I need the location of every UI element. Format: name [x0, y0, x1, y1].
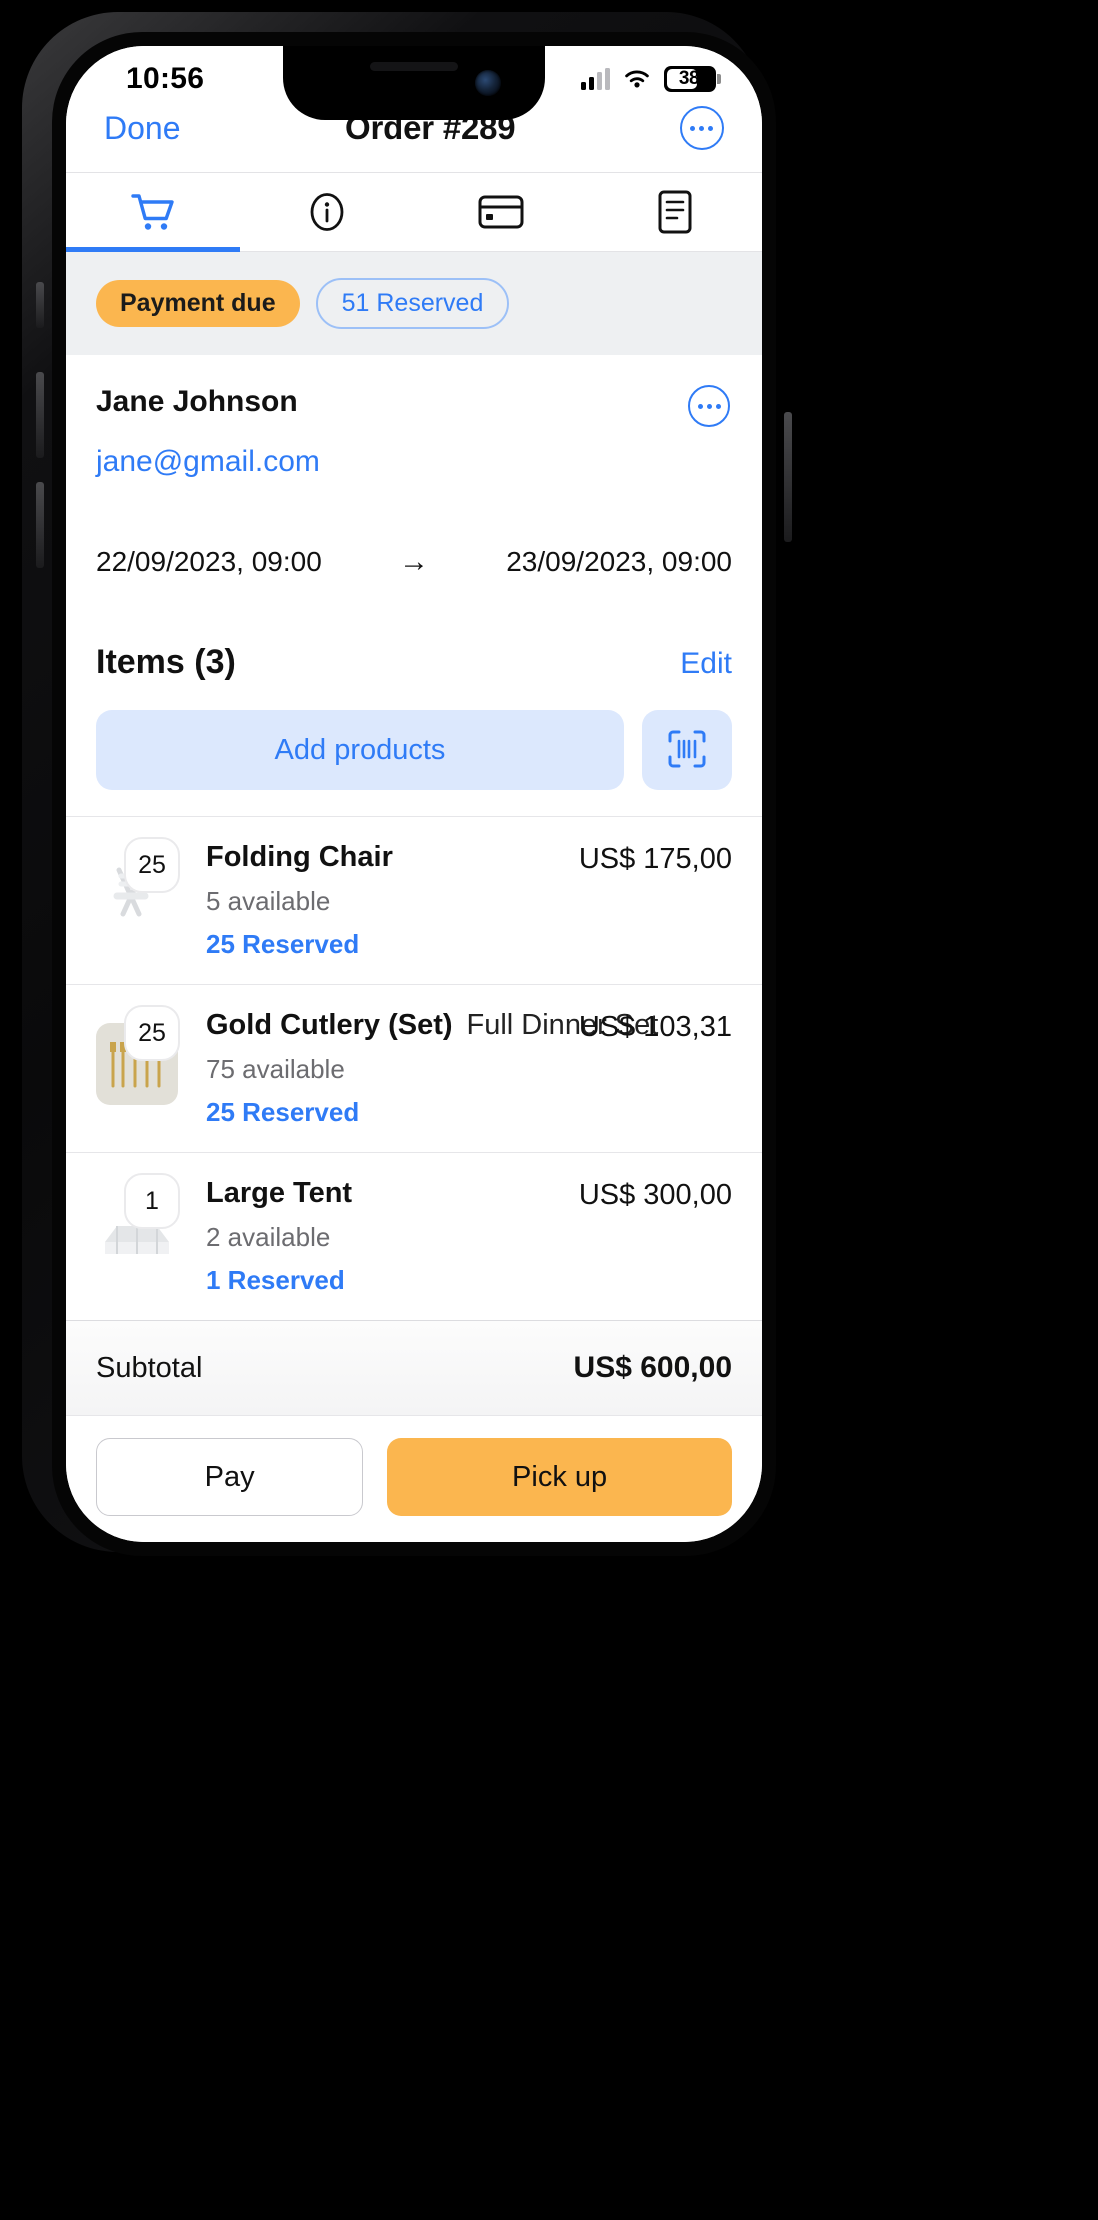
customer-section[interactable]: Jane Johnson jane@gmail.com: [66, 355, 762, 511]
items-section: Items (3) Edit Add products 25 Folding C…: [66, 613, 762, 1320]
item-quantity-badge: 1: [124, 1173, 180, 1229]
front-camera-icon: [475, 70, 501, 96]
item-thumbnail-wrap: 1: [96, 1173, 192, 1273]
tab-document[interactable]: [588, 173, 762, 251]
tab-info[interactable]: [240, 173, 414, 251]
info-circle-icon: [306, 191, 348, 233]
ellipsis-circle-icon[interactable]: [679, 106, 724, 150]
barcode-scan-button[interactable]: [642, 710, 732, 790]
wifi-icon: [622, 68, 652, 90]
item-reserved: 25 Reserved: [206, 1097, 360, 1127]
barcode-scan-icon: [667, 729, 707, 772]
status-badges-row: Payment due 51 Reserved: [66, 252, 762, 355]
item-row[interactable]: 1 Large Tent 2 available 1 Reserved US$ …: [66, 1152, 762, 1320]
silent-switch[interactable]: [36, 282, 44, 328]
status-badge-reserved[interactable]: 51 Reserved: [315, 278, 510, 329]
done-button[interactable]: Done: [104, 110, 181, 147]
item-row[interactable]: 25 Folding Chair 5 available 25 Reserved…: [66, 816, 762, 984]
shopping-cart-icon: [130, 191, 176, 233]
customer-name: Jane Johnson: [96, 385, 298, 418]
earpiece-speaker: [370, 62, 458, 71]
action-buttons-row: Pay Pick up: [66, 1415, 762, 1542]
battery-icon: 38: [664, 66, 721, 92]
item-row[interactable]: 25 Gold Cutlery (Set) Full Dinner Set 75…: [66, 984, 762, 1152]
battery-percent: 38: [678, 68, 700, 89]
power-button[interactable]: [784, 412, 792, 542]
item-reserved: 1 Reserved: [206, 1265, 345, 1295]
volume-up-button[interactable]: [36, 372, 44, 458]
item-availability: 5 available: [206, 886, 331, 916]
document-icon: [656, 190, 694, 234]
volume-down-button[interactable]: [36, 482, 44, 568]
item-name: Folding Chair: [206, 841, 393, 873]
edit-items-button[interactable]: Edit: [680, 647, 732, 681]
item-reserved: 25 Reserved: [206, 929, 360, 959]
item-price: US$ 175,00: [578, 843, 732, 875]
items-title: Items (3): [96, 643, 236, 681]
status-indicators: 38: [581, 66, 721, 92]
tab-cart[interactable]: [66, 173, 240, 252]
customer-ellipsis-circle-icon[interactable]: [688, 385, 730, 427]
rental-start-date: 22/09/2023, 09:00: [96, 546, 322, 577]
item-price: US$ 103,31: [578, 1011, 732, 1043]
arrow-right-icon: →: [399, 545, 429, 578]
subtotal-label: Subtotal: [96, 1351, 203, 1384]
item-thumbnail-wrap: 25: [96, 837, 192, 937]
item-details: Gold Cutlery (Set) Full Dinner Set 75 av…: [206, 1009, 658, 1128]
pay-button[interactable]: Pay: [96, 1438, 364, 1516]
item-details: Large Tent 2 available 1 Reserved: [206, 1177, 567, 1296]
status-time: 10:56: [126, 62, 205, 95]
subtotal-value: US$ 600,00: [573, 1351, 732, 1384]
credit-card-icon: [478, 194, 524, 230]
tab-bar: [66, 172, 762, 252]
customer-email[interactable]: jane@gmail.com: [96, 445, 732, 479]
item-price: US$ 300,00: [578, 1179, 732, 1211]
item-name: Gold Cutlery (Set): [206, 1009, 453, 1041]
items-header: Items (3) Edit: [66, 613, 762, 700]
rental-end-date: 23/09/2023, 09:00: [506, 546, 732, 577]
screenshot-stage: 10:56 38 Done Order #289 Payment due 51 …: [0, 0, 1098, 2220]
pick-up-button[interactable]: Pick up: [387, 1438, 732, 1516]
phone-device-frame: 10:56 38 Done Order #289 Payment due 51 …: [22, 12, 792, 1556]
item-availability: 2 available: [206, 1222, 331, 1252]
item-thumbnail-wrap: 25: [96, 1005, 192, 1105]
display-notch: [283, 46, 545, 120]
item-quantity-badge: 25: [124, 1005, 180, 1061]
item-availability: 75 available: [206, 1054, 345, 1084]
status-badge-payment-due[interactable]: Payment due: [96, 280, 300, 327]
item-details: Folding Chair 5 available 25 Reserved: [206, 841, 567, 960]
cellular-signal-icon: [581, 68, 610, 90]
item-name: Large Tent: [206, 1177, 353, 1209]
subtotal-row: Subtotal US$ 600,00: [66, 1320, 762, 1415]
add-products-button[interactable]: Add products: [96, 710, 624, 790]
phone-screen: 10:56 38 Done Order #289 Payment due 51 …: [66, 46, 762, 1542]
rental-date-range[interactable]: 22/09/2023, 09:00 → 23/09/2023, 09:00: [66, 511, 762, 613]
tab-payment[interactable]: [414, 173, 588, 251]
item-quantity-badge: 25: [124, 837, 180, 893]
add-products-row: Add products: [66, 700, 762, 816]
